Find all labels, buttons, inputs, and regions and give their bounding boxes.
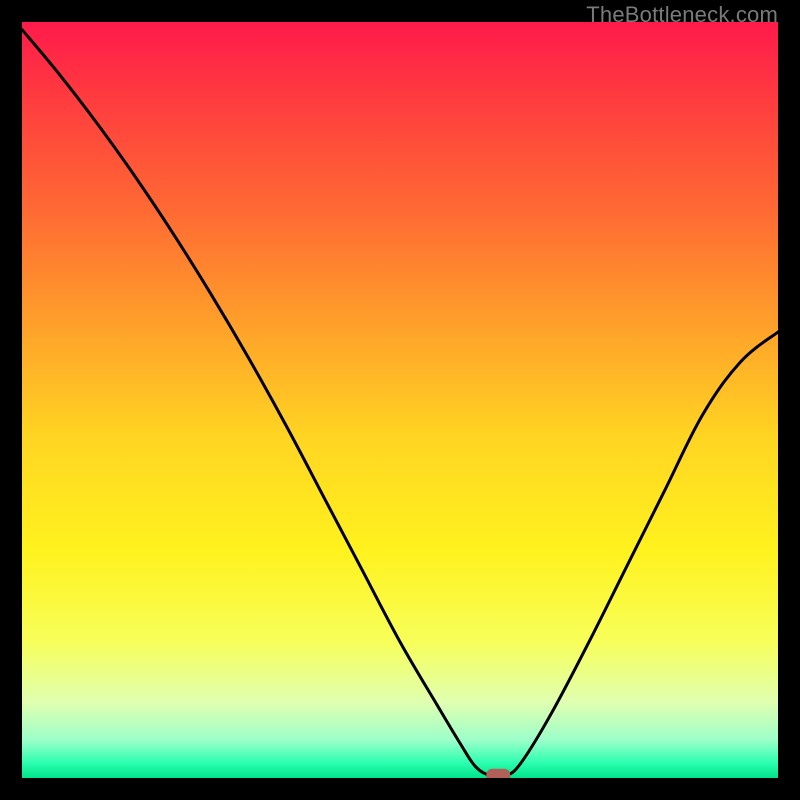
bottleneck-chart bbox=[22, 22, 778, 778]
optimal-marker bbox=[486, 769, 510, 778]
chart-frame: TheBottleneck.com bbox=[0, 0, 800, 800]
plot-area bbox=[22, 22, 778, 778]
gradient-background bbox=[22, 22, 778, 778]
watermark-text: TheBottleneck.com bbox=[586, 2, 778, 28]
